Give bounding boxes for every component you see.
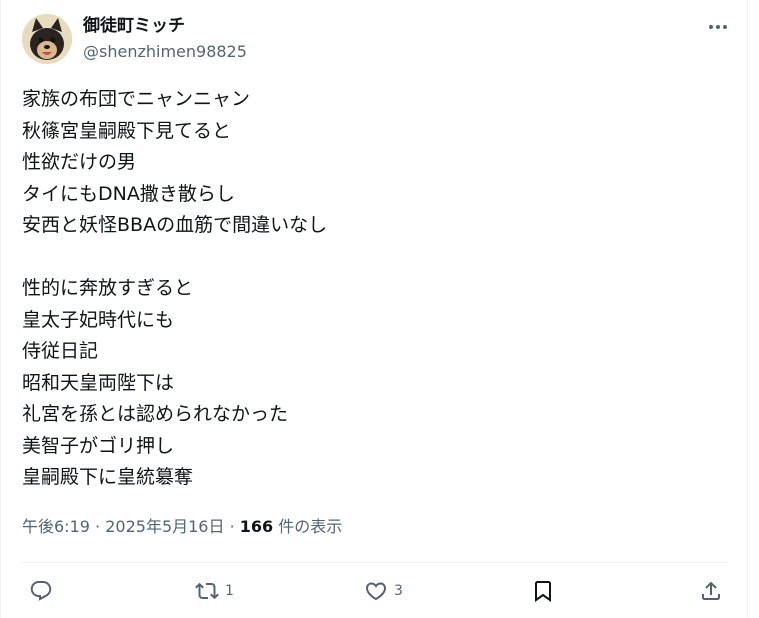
avatar[interactable] xyxy=(22,14,72,64)
like-count: 3 xyxy=(394,583,403,599)
bookmark-button[interactable] xyxy=(531,574,555,608)
tweet-line: 美智子がゴリ押し xyxy=(22,434,175,457)
dog-avatar-image xyxy=(22,14,72,64)
retweet-button[interactable]: 1 xyxy=(195,574,234,608)
share-icon xyxy=(702,581,720,600)
tweet-line: 侍従日記 xyxy=(22,340,99,362)
tweet-meta: 午後6:19 · 2025年5月16日 · 166 件の表示 xyxy=(22,515,342,539)
retweet-icon xyxy=(195,582,219,600)
tweet-line xyxy=(22,242,722,274)
tweet-line: 昭和天皇両陛下は xyxy=(22,371,175,394)
divider xyxy=(22,562,728,563)
tweet-date[interactable]: 2025年5月16日 xyxy=(105,517,224,536)
heart-icon xyxy=(365,582,387,601)
display-name[interactable]: 御徒町ミッチ xyxy=(83,14,185,38)
tweet-line: 性欲だけの男 xyxy=(22,151,137,173)
more-dots-icon xyxy=(709,25,727,29)
meta-separator: · xyxy=(229,517,235,536)
tweet-line: 礼宮を孫とは認められなかった xyxy=(22,403,289,425)
tweet-line: タイにもDNA撒き散らし xyxy=(22,182,235,205)
reply-icon xyxy=(30,581,52,601)
tweet-line: 安西と妖怪BBAの血筋で間違いなし xyxy=(22,214,328,236)
bookmark-icon xyxy=(535,581,551,602)
share-button[interactable] xyxy=(699,574,723,608)
user-handle[interactable]: @shenzhimen98825 xyxy=(83,41,247,63)
retweet-count: 1 xyxy=(225,583,234,599)
like-button[interactable]: 3 xyxy=(364,574,403,608)
views-count: 166 xyxy=(239,517,274,536)
tweet-card: 御徒町ミッチ @shenzhimen98825 家族の布団でニャンニャン 秋篠宮… xyxy=(0,0,748,618)
tweet-line: 皇太子妃時代にも xyxy=(22,308,175,331)
tweet-time[interactable]: 午後6:19 xyxy=(22,517,90,536)
tweet-line: 家族の布団でニャンニャン xyxy=(22,88,251,110)
tweet-line: 性的に奔放すぎると xyxy=(22,277,194,299)
tweet-line: 皇嗣殿下に皇統簒奪 xyxy=(22,466,194,488)
tweet-line: 秋篠宮皇嗣殿下見てると xyxy=(22,119,232,142)
more-options-button[interactable] xyxy=(703,16,733,38)
tweet-text: 家族の布団でニャンニャン 秋篠宮皇嗣殿下見てると 性欲だけの男 タイにもDNA撒… xyxy=(22,84,722,494)
meta-separator: · xyxy=(95,517,101,536)
views-label: 件の表示 xyxy=(278,517,343,536)
reply-button[interactable] xyxy=(29,574,59,608)
